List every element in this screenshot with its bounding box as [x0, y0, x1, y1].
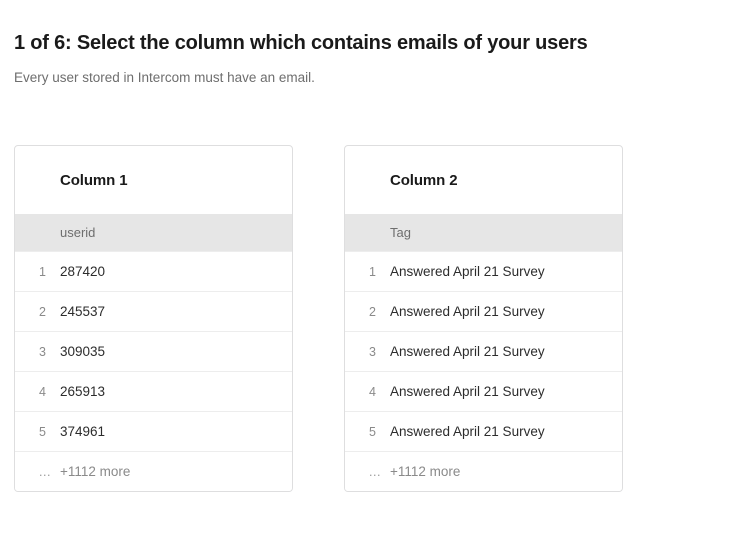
page-subtitle: Every user stored in Intercom must have … — [14, 70, 315, 85]
more-rows-label: +1112 more — [390, 464, 461, 479]
row-value: 245537 — [60, 304, 106, 319]
row-index: 5 — [39, 424, 46, 439]
row-index: 4 — [369, 384, 376, 399]
table-row: 2 245537 — [15, 291, 292, 331]
row-value: 374961 — [60, 424, 106, 439]
column-option-card-1[interactable]: Column 1 userid 1 287420 2 245537 3 3090… — [14, 145, 293, 492]
column-source-header-row-2: Tag — [345, 214, 622, 251]
column-source-header-row-1: userid — [15, 214, 292, 251]
more-rows-label: +1112 more — [60, 464, 131, 479]
table-row: 3 Answered April 21 Survey — [345, 331, 622, 371]
heading-block: 1 of 6: Select the column which contains… — [14, 0, 736, 88]
row-index: 5 — [369, 424, 376, 439]
row-value: Answered April 21 Survey — [390, 304, 545, 319]
row-value: Answered April 21 Survey — [390, 424, 545, 439]
row-index: 3 — [369, 344, 376, 359]
row-index: 2 — [39, 304, 46, 319]
more-rows-indicator-2: ... +1112 more — [345, 451, 622, 491]
row-index: 1 — [39, 264, 46, 279]
column-card-title-1: Column 1 — [60, 171, 128, 189]
table-row: 4 265913 — [15, 371, 292, 411]
table-row: 3 309035 — [15, 331, 292, 371]
more-ellipsis: ... — [39, 464, 51, 479]
row-value: 287420 — [60, 264, 106, 279]
row-value: 265913 — [60, 384, 106, 399]
table-row: 2 Answered April 21 Survey — [345, 291, 622, 331]
column-source-header-label-2: Tag — [390, 225, 411, 240]
more-ellipsis: ... — [369, 464, 381, 479]
import-column-mapping-page: 1 of 6: Select the column which contains… — [0, 0, 750, 534]
row-index: 1 — [369, 264, 376, 279]
column-card-title-2: Column 2 — [390, 171, 458, 189]
row-index: 4 — [39, 384, 46, 399]
table-row: 1 287420 — [15, 251, 292, 291]
row-index: 2 — [369, 304, 376, 319]
page-title: 1 of 6: Select the column which contains… — [14, 32, 588, 54]
row-value: Answered April 21 Survey — [390, 384, 545, 399]
column-options-list: Column 1 userid 1 287420 2 245537 3 3090… — [14, 145, 736, 492]
row-value: Answered April 21 Survey — [390, 344, 545, 359]
column-source-header-label-1: userid — [60, 225, 96, 240]
more-rows-indicator-1: ... +1112 more — [15, 451, 292, 491]
table-row: 1 Answered April 21 Survey — [345, 251, 622, 291]
column-option-card-2[interactable]: Column 2 Tag 1 Answered April 21 Survey … — [344, 145, 623, 492]
row-value: Answered April 21 Survey — [390, 264, 545, 279]
row-index: 3 — [39, 344, 46, 359]
table-row: 4 Answered April 21 Survey — [345, 371, 622, 411]
table-row: 5 Answered April 21 Survey — [345, 411, 622, 451]
row-value: 309035 — [60, 344, 106, 359]
table-row: 5 374961 — [15, 411, 292, 451]
